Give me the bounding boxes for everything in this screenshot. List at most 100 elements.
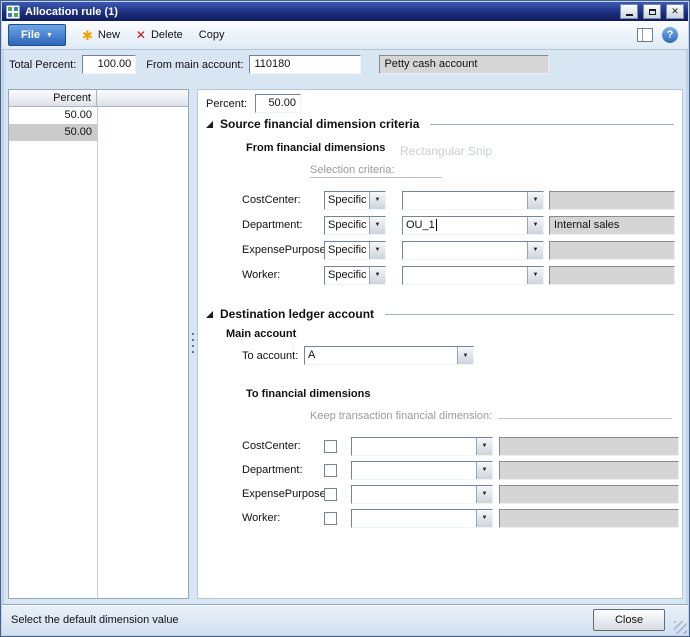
to-account-combobox[interactable]: A▼	[304, 346, 474, 365]
value-combobox[interactable]: ▼	[402, 191, 544, 210]
dropdown-arrow-icon[interactable]: ▼	[527, 217, 543, 234]
dropdown-arrow-icon[interactable]: ▼	[369, 267, 385, 284]
to-account-label: To account:	[242, 350, 304, 362]
dropdown-arrow-icon[interactable]: ▼	[369, 217, 385, 234]
dimension-display-field	[499, 485, 679, 504]
section-destination-header[interactable]: Destination ledger account	[206, 306, 674, 322]
section-destination-title: Destination ledger account	[220, 307, 374, 321]
text-cursor	[436, 219, 437, 231]
minimize-button[interactable]	[620, 4, 638, 19]
dropdown-arrow-icon[interactable]: ▼	[476, 438, 492, 455]
dimension-label: Department:	[242, 219, 324, 231]
value-text	[352, 438, 476, 455]
section-source-title: Source financial dimension criteria	[220, 117, 419, 131]
dropdown-arrow-icon[interactable]: ▼	[369, 242, 385, 259]
statusbar: Select the default dimension value Close	[2, 604, 688, 635]
value-combobox[interactable]: ▼	[351, 437, 493, 456]
dest-dimension-row-worker: Worker: ▼	[242, 508, 679, 528]
dimension-label: Department:	[242, 464, 324, 476]
value-text	[352, 486, 476, 503]
delete-button-label: Delete	[151, 29, 183, 41]
dropdown-arrow-icon[interactable]: ▼	[476, 486, 492, 503]
value-combobox[interactable]: ▼	[351, 509, 493, 528]
delete-button[interactable]: ✕ Delete	[136, 29, 183, 41]
new-button[interactable]: ✱ New	[82, 29, 120, 42]
grid-column-percent[interactable]: Percent	[9, 90, 97, 107]
dropdown-arrow-icon[interactable]: ▼	[369, 192, 385, 209]
value-combobox-focused[interactable]: OU_1▼	[402, 216, 544, 235]
dimension-checkbox[interactable]	[324, 440, 337, 453]
value-text	[403, 192, 527, 209]
close-icon: ✕	[671, 7, 679, 16]
horizontal-rule	[498, 418, 672, 419]
source-dimension-row-department: Department: Specific▼ OU_1▼ Internal sal…	[242, 215, 675, 235]
dest-dimension-row-expensepurpose: ExpensePurpose: ▼	[242, 484, 679, 504]
layout-icon[interactable]	[637, 28, 653, 42]
dropdown-arrow-icon[interactable]: ▼	[457, 347, 473, 364]
section-collapse-icon	[206, 121, 213, 128]
dropdown-arrow-icon[interactable]: ▼	[476, 462, 492, 479]
grid-row-1[interactable]: 50.00	[9, 107, 188, 124]
mode-combobox[interactable]: Specific▼	[324, 241, 386, 260]
total-percent-field[interactable]: 100.00	[82, 55, 136, 74]
value-combobox[interactable]: ▼	[351, 485, 493, 504]
mode-combobox[interactable]: Specific▼	[324, 266, 386, 285]
dimension-display-field: Internal sales	[549, 216, 675, 235]
section-collapse-icon	[206, 311, 213, 318]
dimension-checkbox[interactable]	[324, 512, 337, 525]
dimension-label: ExpensePurpose:	[242, 244, 324, 256]
dimension-checkbox[interactable]	[324, 464, 337, 477]
dimension-display-field	[499, 437, 679, 456]
grid-row-2-selected[interactable]: 50.00	[9, 124, 188, 141]
section-source-header[interactable]: Source financial dimension criteria	[206, 116, 674, 132]
selection-criteria-label: Selection criteria:	[310, 164, 442, 178]
value-text	[352, 510, 476, 527]
file-menu-button[interactable]: File ▼	[8, 24, 66, 46]
dimension-display-field	[549, 266, 675, 285]
grid-cell-percent[interactable]: 50.00	[9, 107, 97, 124]
delete-icon: ✕	[136, 29, 146, 41]
keep-transaction-row: Keep transaction financial dimension:	[310, 410, 672, 422]
from-financial-dimensions-title: From financial dimensions	[246, 142, 385, 154]
mode-combobox[interactable]: Specific▼	[324, 216, 386, 235]
dropdown-arrow-icon[interactable]: ▼	[527, 242, 543, 259]
grid-cell-percent[interactable]: 50.00	[9, 124, 97, 141]
value-combobox[interactable]: ▼	[351, 461, 493, 480]
to-financial-dimensions-title: To financial dimensions	[246, 388, 370, 400]
total-percent-label: Total Percent:	[9, 59, 76, 71]
mode-combobox[interactable]: Specific▼	[324, 191, 386, 210]
percent-field[interactable]: 50.00	[255, 94, 301, 113]
value-combobox[interactable]: ▼	[402, 241, 544, 260]
grip-dot	[192, 333, 194, 335]
grid-column-extra[interactable]	[97, 90, 188, 107]
status-text: Select the default dimension value	[11, 614, 179, 626]
percent-grid: Percent 50.00 50.00	[8, 89, 189, 599]
mode-value: Specific	[325, 217, 369, 234]
panel-splitter[interactable]	[190, 333, 195, 359]
dropdown-arrow-icon[interactable]: ▼	[476, 510, 492, 527]
dimension-checkbox[interactable]	[324, 488, 337, 501]
main-account-group-title: Main account	[226, 328, 296, 340]
mode-value: Specific	[325, 192, 369, 209]
resize-grip[interactable]	[674, 621, 687, 634]
dropdown-arrow-icon[interactable]: ▼	[527, 192, 543, 209]
dropdown-arrow-icon[interactable]: ▼	[527, 267, 543, 284]
value-combobox[interactable]: ▼	[402, 266, 544, 285]
dimension-display-field	[499, 461, 679, 480]
help-icon[interactable]: ?	[662, 27, 678, 43]
keep-transaction-label: Keep transaction financial dimension:	[310, 410, 492, 422]
value-text	[403, 242, 527, 259]
dimension-label: CostCenter:	[242, 440, 324, 452]
chevron-down-icon: ▼	[46, 32, 53, 39]
window-title: Allocation rule (1)	[25, 6, 615, 18]
copy-button[interactable]: Copy	[199, 29, 225, 41]
grip-dot	[192, 351, 194, 353]
close-window-button[interactable]: ✕	[666, 4, 684, 19]
mode-value: Specific	[325, 267, 369, 284]
from-main-account-label: From main account:	[146, 59, 243, 71]
from-main-account-field[interactable]: 110180	[249, 55, 361, 74]
close-button[interactable]: Close	[593, 609, 665, 631]
dimension-label: Worker:	[242, 269, 324, 281]
dest-dimension-row-department: Department: ▼	[242, 460, 679, 480]
maximize-button[interactable]	[643, 4, 661, 19]
